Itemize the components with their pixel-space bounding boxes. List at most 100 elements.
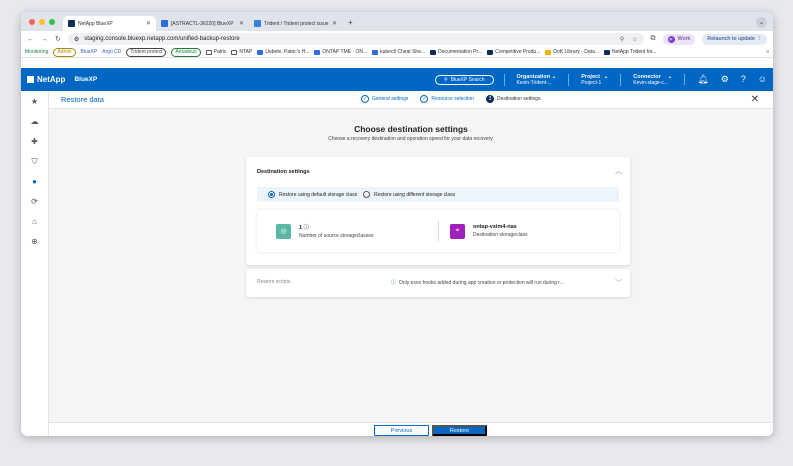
app-header: NetApp BlueXP ⚲ BlueXP Search Organizati… (21, 68, 773, 91)
bookmark-label: BlueXP (80, 49, 98, 55)
trident-favicon-icon (254, 20, 261, 27)
tab-search-chevron-icon[interactable]: ⌄ (756, 17, 767, 28)
source-storageclasses: ◎ 1 ⓘ Number of source storageclasses (257, 223, 438, 239)
bookmark-star-icon[interactable]: ☆ (632, 36, 637, 43)
site-settings-icon[interactable]: ⚙ (74, 36, 79, 43)
protection-shield-icon[interactable]: ⛉ (32, 157, 38, 167)
project-selector[interactable]: Project ⌄ Project-1 (568, 73, 620, 86)
check-icon: ✓ (420, 95, 429, 103)
step-number: 3 (485, 95, 494, 103)
favorites-star-icon[interactable]: ★ (31, 97, 38, 107)
wizard-footer: Previous Restore (49, 422, 773, 436)
user-account-icon[interactable]: ☺ (758, 74, 767, 85)
bookmark-item[interactable]: Trident protect (126, 47, 167, 57)
chevron-down-icon: ⌄ (551, 73, 557, 80)
bookmark-item[interactable]: Admin (53, 47, 76, 57)
bookmark-label: Monitoring (25, 49, 49, 55)
governance-icon[interactable]: ● (32, 177, 37, 187)
bookmark-item[interactable]: Amadeus (171, 47, 201, 57)
bookmark-item[interactable]: Uebele, Patric's H... (257, 49, 309, 55)
settings-gear-icon[interactable]: ⚙ (721, 74, 729, 85)
health-icon[interactable]: ✚ (31, 137, 38, 147)
connector-value: Kevin-stage-c... (633, 79, 669, 86)
search-icon: ⚲ (444, 76, 448, 83)
browser-tab-jira[interactable]: [ASTRACTL-36220] BlueXP ✕ (156, 16, 249, 31)
step-label: General settings (372, 96, 409, 102)
help-icon[interactable]: ? (741, 74, 746, 85)
folder-icon (205, 49, 212, 55)
destination-settings-card: Destination settings ︿ Restore using def… (246, 157, 630, 265)
bookmark-favicon-icon (603, 49, 610, 55)
restore-scripts-card[interactable]: Restore scripts ⓘ Only exec hooks added … (246, 269, 630, 297)
extensions-icon[interactable]: ⧉ (651, 35, 656, 43)
extensions-icon[interactable]: ⌂ (32, 217, 37, 227)
radio-default-storage-class[interactable]: Restore using default storage class (268, 191, 357, 198)
chevron-down-icon: ⌄ (667, 73, 673, 80)
bookmark-item[interactable]: Argo CD (102, 49, 121, 55)
bookmark-item[interactable]: Competitive Produ... (487, 49, 540, 55)
url-field[interactable]: ⚙ staging.console.bluexp.netapp.com/unif… (67, 33, 644, 45)
bookmark-favicon-icon (545, 49, 552, 55)
bookmark-item[interactable]: Patric (205, 49, 227, 55)
search-label: BlueXP Search (450, 76, 485, 83)
chevron-down-icon[interactable]: ﹀ (615, 278, 622, 288)
bookmark-item[interactable]: BlueXP (81, 49, 98, 55)
reload-icon[interactable]: ↻ (55, 35, 61, 43)
left-nav-rail: ★ ☁ ✚ ⛉ ● ⟳ ⌂ ⊕ (21, 91, 49, 436)
profile-button[interactable]: P Work (662, 33, 696, 45)
relaunch-label: Relaunch to update (707, 36, 755, 42)
radio-selected-indicator (268, 191, 275, 198)
close-tab-icon[interactable]: ✕ (332, 20, 337, 27)
bookmark-item[interactable]: NetApp Trident for... (603, 49, 656, 55)
netapp-logo-icon (27, 76, 34, 83)
wizard-subheading: Choose a recovery destination and operat… (328, 136, 494, 142)
chevron-down-icon: ⌄ (603, 73, 609, 80)
storage-cloud-icon[interactable]: ☁ (31, 117, 39, 127)
bookmarks-overflow-button[interactable]: » (766, 49, 769, 55)
forward-arrow-icon[interactable]: → (41, 36, 48, 43)
browser-tab-bluexp[interactable]: NetApp BlueXP ✕ (63, 16, 156, 31)
bookmark-item[interactable]: Monitoring (25, 49, 48, 55)
minimize-window-button[interactable] (39, 19, 45, 25)
restore-button[interactable]: Restore (432, 425, 487, 436)
connector-selector[interactable]: Connector ⌄ Kevin-stage-c... (620, 73, 684, 86)
add-ons-icon[interactable]: ⊕ (31, 237, 38, 247)
radio-different-storage-class[interactable]: Restore using different storage class (363, 191, 455, 198)
maximize-window-button[interactable] (49, 19, 55, 25)
bookmark-item[interactable]: DoK Library - Data... (545, 49, 599, 55)
mobility-icon[interactable]: ⟳ (31, 197, 38, 207)
radio-label: Restore using different storage class (374, 191, 456, 198)
back-arrow-icon[interactable]: ← (27, 36, 34, 43)
bookmark-label: NTAP (239, 49, 253, 55)
organization-selector[interactable]: Organization ⌄ Kevin-Trident-... (503, 73, 569, 86)
new-tab-button[interactable]: + (342, 18, 359, 31)
step-destination-settings[interactable]: 3 Destination settings (485, 95, 541, 103)
chevron-up-icon[interactable]: ︿ (615, 166, 622, 176)
step-resource-selection[interactable]: ✓ Resource selection (420, 95, 474, 103)
tab-strip: NetApp BlueXP ✕ [ASTRACTL-36220] BlueXP … (21, 12, 773, 31)
close-window-button[interactable] (29, 19, 35, 25)
bookmark-item[interactable]: Documentation Pr... (430, 49, 482, 55)
netapp-logo[interactable]: NetApp (27, 75, 65, 84)
bookmark-item[interactable]: kubectl Cheat She... (372, 49, 425, 55)
close-wizard-icon[interactable]: ✕ (751, 94, 759, 105)
header-icons: 🔔︎ ⚙ ? ☺ (684, 74, 767, 85)
close-tab-icon[interactable]: ✕ (239, 20, 244, 27)
notifications-bell-icon[interactable]: 🔔︎ (697, 74, 708, 85)
bookmark-label: Patric (213, 49, 227, 55)
previous-button[interactable]: Previous (374, 425, 429, 436)
wizard-steps: ✓ General settings ✓ Resource selection … (361, 95, 541, 103)
bookmark-item[interactable]: NTAP (231, 49, 252, 55)
bluexp-search-button[interactable]: ⚲ BlueXP Search (435, 74, 494, 85)
browser-tab-trident[interactable]: Trident / Trident protect issue ✕ (249, 16, 342, 31)
info-icon[interactable]: ⓘ (304, 225, 310, 231)
main-content: Restore data ✓ General settings ✓ Resour… (49, 91, 773, 436)
bookmark-label: ONTAP TME - ON... (322, 49, 368, 55)
bookmark-item[interactable]: ONTAP TME - ON... (314, 49, 367, 55)
close-tab-icon[interactable]: ✕ (146, 20, 151, 27)
relaunch-button[interactable]: Relaunch to update ⋮ (702, 33, 767, 45)
source-label: Number of source storageclasses (299, 233, 374, 239)
radio-indicator (363, 191, 371, 198)
zoom-icon[interactable]: ⚲ (620, 36, 624, 43)
step-general-settings[interactable]: ✓ General settings (361, 95, 408, 103)
